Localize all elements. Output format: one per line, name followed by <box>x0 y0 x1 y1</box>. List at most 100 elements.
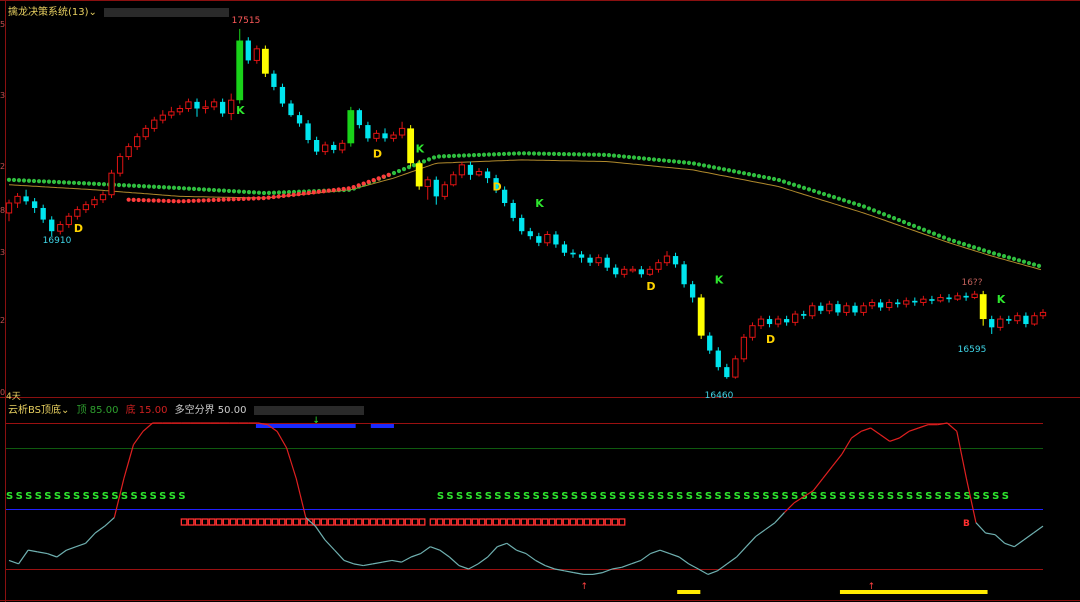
ma-dot-green <box>761 174 767 180</box>
candle-body <box>997 318 1004 328</box>
candle-body <box>715 350 721 368</box>
sell-marker: S <box>896 491 903 502</box>
candle-body <box>886 301 893 308</box>
candle-body <box>347 110 355 144</box>
ma-dot-red <box>341 186 346 192</box>
ma-dot-green <box>26 178 32 183</box>
ma-dot-green <box>51 179 57 184</box>
ma-dot-green <box>81 181 87 186</box>
ma-dot-green <box>991 251 997 256</box>
ma-dot-green <box>676 159 682 164</box>
candle-body <box>91 199 98 206</box>
ma-dot-green <box>621 154 627 159</box>
chevron-down-icon[interactable]: ⌄ <box>89 7 97 18</box>
ma-dot-red <box>196 198 201 203</box>
ma-dot-green <box>126 183 132 188</box>
candle-body <box>279 86 286 104</box>
ma-dot-green <box>911 223 917 228</box>
ma-dot-green <box>211 187 217 193</box>
ma-dot-red <box>346 186 351 191</box>
ma-dot-green <box>156 184 162 190</box>
ma-dot-green <box>401 167 407 172</box>
sell-marker: S <box>83 491 90 502</box>
ma-dot-red <box>351 184 356 190</box>
candle-body <box>74 209 81 217</box>
candle-body <box>971 293 978 298</box>
ma-dot-red <box>136 197 141 203</box>
candle-body <box>843 305 850 313</box>
ma-dot-green <box>591 152 597 157</box>
ma-dot-green <box>616 153 622 159</box>
ma-dot-green <box>771 176 777 182</box>
ma-dot-green <box>1021 259 1027 264</box>
ma-dot-green <box>541 151 547 156</box>
candle-body <box>441 184 448 197</box>
oscillator-title[interactable]: 云析BS顶底 <box>8 405 61 416</box>
candle-body <box>236 40 244 101</box>
ma-dot-red <box>126 197 131 202</box>
ma-dot-green <box>56 180 62 185</box>
ma-dot-green <box>596 152 602 157</box>
ma-dot-red <box>261 195 266 201</box>
ma-dot-green <box>1031 262 1037 267</box>
candle-body <box>305 123 311 140</box>
ma-dot-green <box>191 186 197 191</box>
ma-dot-green <box>551 151 557 156</box>
ma-dot-green <box>816 190 822 195</box>
ma-dot-green <box>681 160 687 165</box>
ma-dot-green <box>791 182 797 187</box>
ma-dot-green <box>661 158 667 163</box>
y-tick-label: 5 <box>0 20 5 29</box>
sell-marker: S <box>523 491 530 502</box>
sell-marker: S <box>762 491 769 502</box>
candle-body <box>707 335 713 351</box>
candle-body <box>339 142 346 151</box>
ma-dot-green <box>801 185 807 190</box>
ma-dot-green <box>271 190 277 195</box>
ma-dot-green <box>746 172 752 177</box>
ma-dot-green <box>781 179 787 184</box>
candle-body <box>979 294 987 320</box>
ma-dot-red <box>221 197 226 202</box>
candle-body <box>749 325 756 338</box>
ma-dot-red <box>186 198 191 204</box>
sell-marker: S <box>734 491 741 502</box>
high-label: 17515 <box>232 16 261 26</box>
sell-marker: S <box>724 491 731 502</box>
ma-dot-green <box>871 208 877 213</box>
sell-marker: S <box>504 491 511 502</box>
candle-body <box>365 125 371 139</box>
candle-body <box>228 99 235 114</box>
ma-dot-green <box>726 168 732 173</box>
candle-body <box>912 300 918 303</box>
sell-marker: S <box>714 491 721 502</box>
ma-dot-green <box>741 171 747 176</box>
candle-body <box>1006 319 1012 321</box>
low-label-right: 16595 <box>958 345 987 355</box>
ma-dot-green <box>736 170 742 175</box>
sell-marker: S <box>494 491 501 502</box>
signal-letter: D <box>646 280 655 293</box>
ma-dot-green <box>831 195 837 200</box>
candle-body <box>510 203 516 218</box>
ma-dot-green <box>971 245 977 250</box>
ma-dot-red <box>356 183 361 188</box>
indicator-title[interactable]: 擒龙决策系统(13) <box>8 7 89 18</box>
candle-body <box>929 299 935 301</box>
ma-dot-green <box>811 188 817 194</box>
ma-dot-green <box>851 201 857 206</box>
sell-marker: S <box>820 491 827 502</box>
ma-dot-green <box>651 157 657 162</box>
sell-marker: S <box>944 491 951 502</box>
ma-dot-green <box>231 189 237 194</box>
sell-marker: S <box>877 491 884 502</box>
ma-dot-red <box>361 181 366 186</box>
ma-dot-green <box>101 182 107 187</box>
ma-dot-green <box>921 227 927 232</box>
chevron-down-icon[interactable]: ⌄ <box>61 405 69 416</box>
ma-dot-green <box>181 186 187 191</box>
candle-body <box>142 127 149 138</box>
ma-dot-red <box>256 196 261 201</box>
ma-dot-green <box>931 231 937 236</box>
ma-dot-green <box>161 185 167 190</box>
